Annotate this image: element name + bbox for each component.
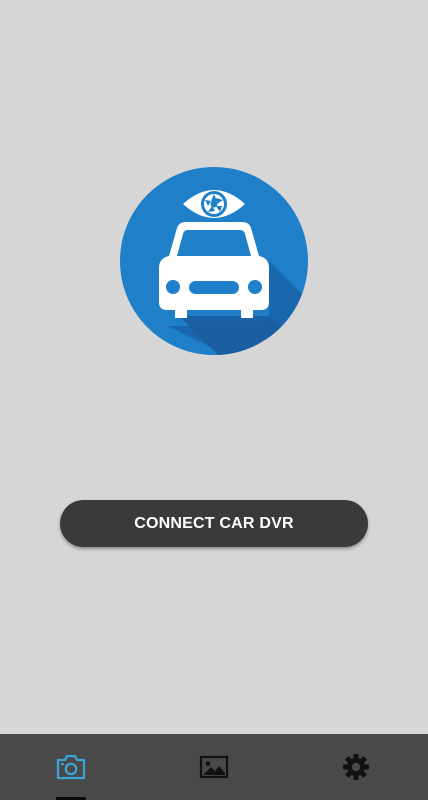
settings-icon bbox=[343, 754, 369, 780]
main-screen: CONNECT CAR DVR bbox=[0, 0, 428, 734]
camera-icon bbox=[56, 754, 86, 780]
gallery-icon bbox=[199, 755, 229, 779]
car-dvr-logo bbox=[119, 166, 309, 356]
bottom-navigation-bar bbox=[0, 734, 428, 800]
nav-tab-camera[interactable] bbox=[0, 734, 142, 800]
car-dvr-eye-logo-icon bbox=[120, 167, 308, 355]
nav-tab-settings[interactable] bbox=[285, 734, 427, 800]
connect-car-dvr-button[interactable]: CONNECT CAR DVR bbox=[60, 500, 368, 547]
nav-tab-gallery[interactable] bbox=[143, 734, 285, 800]
